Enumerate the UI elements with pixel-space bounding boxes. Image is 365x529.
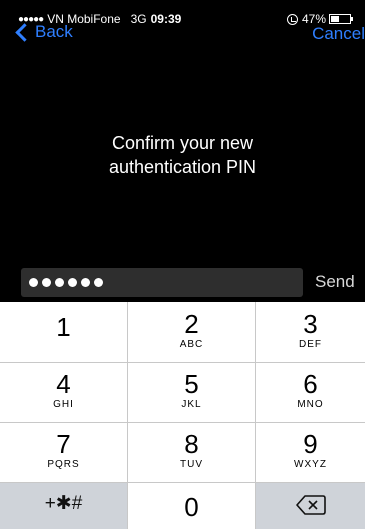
chevron-left-icon xyxy=(15,22,34,42)
keypad-divider xyxy=(255,302,256,529)
network-type: 3G xyxy=(130,12,147,26)
key-6-number: 6 xyxy=(303,369,318,399)
key-3-number: 3 xyxy=(303,309,318,339)
key-9-letters: WXYZ xyxy=(294,459,327,470)
pin-input[interactable] xyxy=(21,268,303,297)
keypad-divider xyxy=(0,482,365,483)
pin-dot xyxy=(94,278,103,287)
battery-icon xyxy=(329,14,353,24)
key-3-letters: DEF xyxy=(299,339,322,350)
key-7[interactable]: 7 PQRS xyxy=(0,422,127,482)
key-8[interactable]: 8 TUV xyxy=(128,422,255,482)
pin-dot xyxy=(68,278,77,287)
key-7-number: 7 xyxy=(56,429,71,459)
key-4-number: 4 xyxy=(56,369,71,399)
key-symbols-label: +✱# xyxy=(44,493,83,514)
key-1[interactable]: 1 xyxy=(0,302,127,362)
keypad-divider xyxy=(127,302,128,529)
key-5[interactable]: 5 JKL xyxy=(128,362,255,422)
status-bar: ●●●●● VN MobiFone 3G 09:39 47% xyxy=(0,0,365,26)
key-2-number: 2 xyxy=(184,309,199,339)
pin-prompt: Confirm your new authentication PIN xyxy=(0,131,365,179)
send-button[interactable]: Send xyxy=(315,272,355,292)
pin-dot xyxy=(42,278,51,287)
back-button[interactable]: Back xyxy=(14,22,73,42)
keypad-divider xyxy=(0,422,365,423)
battery-level xyxy=(331,16,339,22)
key-2[interactable]: 2 ABC xyxy=(128,302,255,362)
prompt-line-1: Confirm your new xyxy=(111,133,254,153)
pin-dot xyxy=(55,278,64,287)
key-7-letters: PQRS xyxy=(47,459,80,470)
key-4[interactable]: 4 GHI xyxy=(0,362,127,422)
key-5-number: 5 xyxy=(184,369,199,399)
pin-dot xyxy=(81,278,90,287)
key-4-letters: GHI xyxy=(53,399,74,410)
pin-dot xyxy=(29,278,38,287)
key-6-letters: MNO xyxy=(297,399,324,410)
back-label: Back xyxy=(35,22,73,41)
orientation-lock-icon xyxy=(286,13,298,25)
key-1-number: 1 xyxy=(56,312,71,342)
key-8-number: 8 xyxy=(184,429,199,459)
key-3[interactable]: 3 DEF xyxy=(256,302,365,362)
numeric-keypad: 9 WXYZ 8 TUV 7 PQRS 6 MNO 5 JKL 4 GHI 3 DEF 2 ABC 1 +✱# … xyxy=(0,302,365,529)
status-time: 09:39 xyxy=(150,12,182,26)
cancel-button[interactable]: Cancel xyxy=(312,24,365,44)
key-0-number: 0 xyxy=(184,492,199,522)
key-9-number: 9 xyxy=(303,429,318,459)
key-6[interactable]: 6 MNO xyxy=(256,362,365,422)
key-2-letters: ABC xyxy=(179,339,204,350)
key-0[interactable]: 0 xyxy=(128,482,255,529)
key-symbols[interactable]: +✱# xyxy=(0,482,127,529)
key-5-letters: JKL xyxy=(181,399,202,410)
key-8-letters: TUV xyxy=(180,459,203,470)
keypad-divider xyxy=(0,362,365,363)
key-9[interactable]: 9 WXYZ xyxy=(256,422,365,482)
delete-backspace-icon xyxy=(295,495,326,515)
key-delete[interactable] xyxy=(256,482,365,529)
prompt-line-2: authentication PIN xyxy=(108,157,257,177)
